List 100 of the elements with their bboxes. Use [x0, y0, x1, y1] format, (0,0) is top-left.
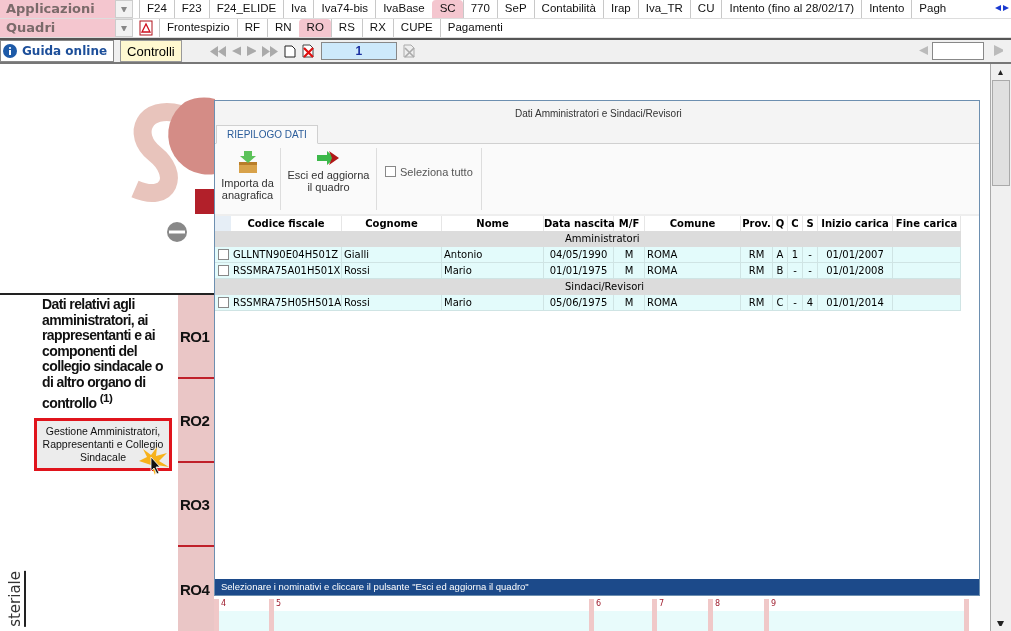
input-field[interactable]	[657, 611, 708, 631]
tab[interactable]: Intento (fino al 28/02/17)	[721, 0, 862, 18]
table-cell: 01/01/1975	[544, 263, 614, 279]
tab[interactable]: 770	[462, 0, 497, 18]
tab[interactable]: CU	[689, 0, 722, 18]
previous-icon[interactable]	[919, 44, 928, 58]
table-cell: C	[773, 295, 788, 311]
tab[interactable]: Irap	[602, 0, 638, 18]
field-number: 4	[220, 599, 228, 609]
box-download-icon[interactable]	[236, 150, 259, 174]
table-cell: ROMA	[645, 247, 741, 263]
column-header[interactable]: Prov.	[741, 216, 773, 231]
table-cell: -	[803, 247, 818, 263]
tab[interactable]: F24	[139, 0, 174, 18]
input-field[interactable]	[769, 611, 964, 631]
tab[interactable]: Pagh	[911, 0, 954, 18]
column-header[interactable]: Data nascita	[544, 216, 614, 231]
tab[interactable]: RO	[298, 19, 331, 37]
caret-icon[interactable]	[120, 25, 128, 31]
tab[interactable]: RF	[236, 19, 267, 37]
scroll-thumb[interactable]	[992, 80, 1010, 186]
group-row: Sindaci/Revisori	[215, 279, 961, 295]
input-field[interactable]	[219, 611, 269, 631]
caret-icon[interactable]	[120, 6, 128, 12]
tab[interactable]: RX	[361, 19, 393, 37]
table-cell: Rossi	[342, 295, 442, 311]
tab[interactable]: RN	[267, 19, 299, 37]
tab[interactable]: Frontespizio	[159, 19, 237, 37]
previous-page-icon[interactable]	[231, 45, 241, 57]
input-field[interactable]	[274, 611, 589, 631]
tab[interactable]: RS	[330, 19, 362, 37]
tab[interactable]: Contabilità	[533, 0, 603, 18]
dialog-title: Dati Amministratori e Sindaci/Revisori	[215, 101, 979, 123]
table-cell: Antonio	[442, 247, 544, 263]
tab[interactable]: Iva74-bis	[313, 0, 376, 18]
table-cell: Rossi	[342, 263, 442, 279]
last-page-icon[interactable]	[261, 45, 278, 57]
row-code: RO4	[178, 547, 214, 631]
scroll-left-icon[interactable]	[995, 4, 1001, 14]
row-checkbox[interactable]	[217, 297, 229, 308]
tab[interactable]: CUPE	[392, 19, 440, 37]
caret-up-icon[interactable]	[997, 69, 1005, 75]
table-cell: RM	[741, 263, 773, 279]
table-cell: -	[803, 263, 818, 279]
delete-page-icon[interactable]	[301, 44, 315, 58]
bar-label: Quadri	[0, 19, 115, 37]
page-number-field[interactable]: 1	[320, 42, 397, 60]
dropdown-button[interactable]	[115, 19, 133, 37]
row-checkbox[interactable]	[217, 249, 229, 260]
column-header[interactable]: Q	[773, 216, 788, 231]
table-cell: GLLNTN90E04H501Z	[231, 247, 342, 263]
table-cell: M	[614, 263, 645, 279]
dropdown-button[interactable]	[115, 0, 133, 18]
import-button[interactable]: Importa da anagrafica	[215, 148, 281, 210]
field-number: 6	[595, 599, 603, 609]
input-field[interactable]	[713, 611, 764, 631]
side-text: steriale	[0, 571, 26, 627]
manage-button[interactable]: Gestione Amministratori, Rappresentanti e Collegio Sindacale	[34, 418, 172, 471]
tab[interactable]: F24_ELIDE	[208, 0, 284, 18]
next-icon[interactable]	[994, 44, 1003, 58]
table-cell: M	[614, 247, 645, 263]
scrollbar[interactable]	[990, 64, 1011, 631]
pdf-icon[interactable]	[139, 20, 153, 36]
input-field[interactable]	[932, 42, 984, 60]
field-number: 7	[658, 599, 666, 609]
table-cell: RM	[741, 247, 773, 263]
controls-button[interactable]: Controlli	[120, 40, 182, 62]
row-checkbox[interactable]	[217, 265, 229, 276]
table-cell	[893, 295, 961, 311]
field-number: 8	[714, 599, 722, 609]
tab[interactable]: Pagamenti	[439, 19, 510, 37]
tab[interactable]: Intento	[861, 0, 912, 18]
table-cell	[893, 247, 961, 263]
tab[interactable]: Iva_TR	[637, 0, 690, 18]
table-cell: RSSMRA75H05H501A	[231, 295, 342, 311]
scroll-right-icon[interactable]	[1003, 4, 1009, 14]
info-icon[interactable]	[3, 44, 17, 58]
tab[interactable]: IvaBase	[375, 0, 432, 18]
column-header[interactable]: C	[788, 216, 803, 231]
exit-button[interactable]: Esci ed aggiorna il quadro	[281, 148, 377, 210]
tab[interactable]: RIEPILOGO DATI	[216, 125, 318, 144]
tab[interactable]: Iva	[283, 0, 314, 18]
input-field[interactable]	[594, 611, 652, 631]
tab[interactable]: F23	[173, 0, 209, 18]
table-cell: -	[788, 263, 803, 279]
next-page-icon[interactable]	[246, 45, 256, 57]
table-cell: ROMA	[645, 263, 741, 279]
caret-down-icon[interactable]	[997, 620, 1005, 626]
section-title: Dati relativi agli amministratori, ai rappresentanti e ai componenti del collegio sindacale o di altro organo di controllo $^{(1)}$	[41, 295, 165, 412]
tab[interactable]: SC	[431, 0, 463, 18]
column-header[interactable]: Fine carica	[893, 216, 961, 231]
select-all-checkbox[interactable]: Seleziona tutto	[377, 148, 482, 210]
status-bar: Selezionare i nominativi e cliccare il pulsante "Esci ed aggiorna il quadro"	[215, 579, 979, 595]
table-cell: Mario	[442, 295, 544, 311]
first-page-icon[interactable]	[209, 45, 226, 57]
row-code: RO3	[178, 463, 214, 547]
tab[interactable]: SeP	[496, 0, 534, 18]
new-page-icon[interactable]	[283, 44, 296, 58]
table-cell: B	[773, 263, 788, 279]
help-button[interactable]: Guida online	[0, 40, 115, 62]
